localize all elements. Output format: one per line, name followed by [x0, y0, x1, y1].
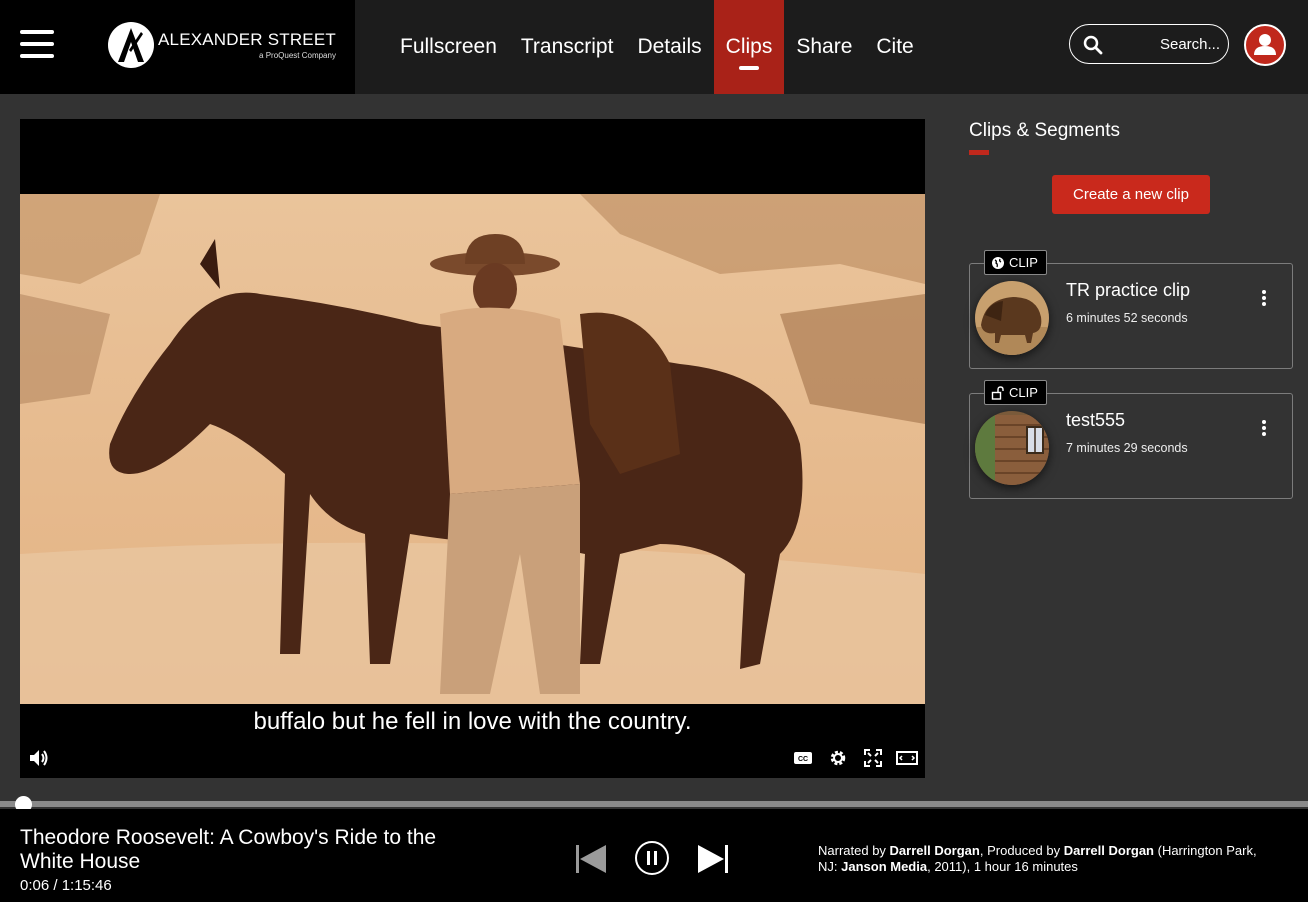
tab-share[interactable]: Share	[784, 0, 864, 94]
video-caption: buffalo but he fell in love with the cou…	[253, 708, 692, 735]
clip-title[interactable]: test555	[1066, 410, 1125, 431]
clip-badge: CLIP	[984, 250, 1047, 275]
clip-badge-label: CLIP	[1009, 385, 1038, 400]
expand-icon[interactable]	[862, 747, 884, 769]
producer-name: Darrell Dorgan	[1063, 843, 1154, 858]
clip-card[interactable]: CLIP test555 7 minutes 29 seconds	[969, 380, 1293, 499]
skip-previous-icon[interactable]	[574, 843, 608, 875]
more-options-icon[interactable]	[1256, 420, 1272, 436]
playback-time: 0:06 / 1:15:46	[20, 877, 112, 894]
clip-thumbnail[interactable]	[975, 411, 1049, 485]
clip-duration: 6 minutes 52 seconds	[1066, 311, 1188, 325]
tab-cite[interactable]: Cite	[864, 0, 925, 94]
credits-narrated-label: Narrated by	[818, 843, 890, 858]
search-icon[interactable]	[1083, 35, 1103, 55]
volume-icon[interactable]	[28, 747, 50, 769]
clip-badge: CLIP	[984, 380, 1047, 405]
main-nav: Fullscreen Transcript Details Clips Shar…	[388, 0, 926, 94]
search-box	[1069, 24, 1229, 64]
more-options-icon[interactable]	[1256, 290, 1272, 306]
menu-icon[interactable]	[20, 28, 56, 62]
video-title: Theodore Roosevelt: A Cowboy's Ride to t…	[20, 826, 437, 873]
unlock-icon	[991, 385, 1004, 400]
alexander-street-logo[interactable]: ALEXANDER STREET a ProQuest Company	[108, 20, 336, 70]
tab-fullscreen[interactable]: Fullscreen	[388, 0, 509, 94]
closed-captions-icon[interactable]: CC	[792, 747, 814, 769]
create-new-clip-button[interactable]: Create a new clip	[1052, 175, 1210, 214]
title-underline	[969, 150, 989, 155]
credits-suffix: , 2011), 1 hour 16 minutes	[927, 859, 1078, 874]
logo-name: ALEXANDER STREET	[158, 29, 336, 49]
settings-gear-icon[interactable]	[827, 747, 849, 769]
logo-subtitle: a ProQuest Company	[259, 50, 336, 60]
clip-thumbnail[interactable]	[975, 281, 1049, 355]
publisher-name: Janson Media	[841, 859, 928, 874]
top-navigation-bar: ALEXANDER STREET a ProQuest Company Full…	[0, 0, 1308, 94]
video-credits: Narrated by Darrell Dorgan, Produced by …	[818, 843, 1278, 875]
brand-area: ALEXANDER STREET a ProQuest Company	[0, 0, 355, 94]
clip-card[interactable]: CLIP TR practice clip 6 minutes 52 secon…	[969, 250, 1293, 369]
video-frame[interactable]	[20, 194, 925, 704]
svg-text:CC: CC	[798, 756, 808, 763]
globe-icon	[992, 256, 1004, 269]
clips-panel-title: Clips & Segments	[969, 120, 1121, 141]
bottom-player-bar: Theodore Roosevelt: A Cowboy's Ride to t…	[0, 809, 1308, 902]
clip-badge-label: CLIP	[1009, 255, 1038, 270]
clip-duration: 7 minutes 29 seconds	[1066, 441, 1188, 455]
skip-next-icon[interactable]	[696, 843, 730, 875]
progress-bar[interactable]	[0, 801, 1308, 807]
theater-mode-icon[interactable]	[895, 747, 919, 769]
tab-transcript[interactable]: Transcript	[509, 0, 626, 94]
clip-title[interactable]: TR practice clip	[1066, 280, 1190, 301]
logo-mark-icon	[108, 22, 154, 68]
tab-details[interactable]: Details	[625, 0, 713, 94]
video-player[interactable]: buffalo but he fell in love with the cou…	[20, 119, 925, 778]
search-input[interactable]	[1114, 31, 1220, 57]
narrator-name: Darrell Dorgan	[889, 843, 980, 858]
tab-clips[interactable]: Clips	[713, 0, 785, 94]
credits-produced-label: , Produced by	[979, 843, 1064, 858]
user-account-icon[interactable]	[1244, 24, 1286, 66]
pause-icon[interactable]	[634, 840, 670, 876]
